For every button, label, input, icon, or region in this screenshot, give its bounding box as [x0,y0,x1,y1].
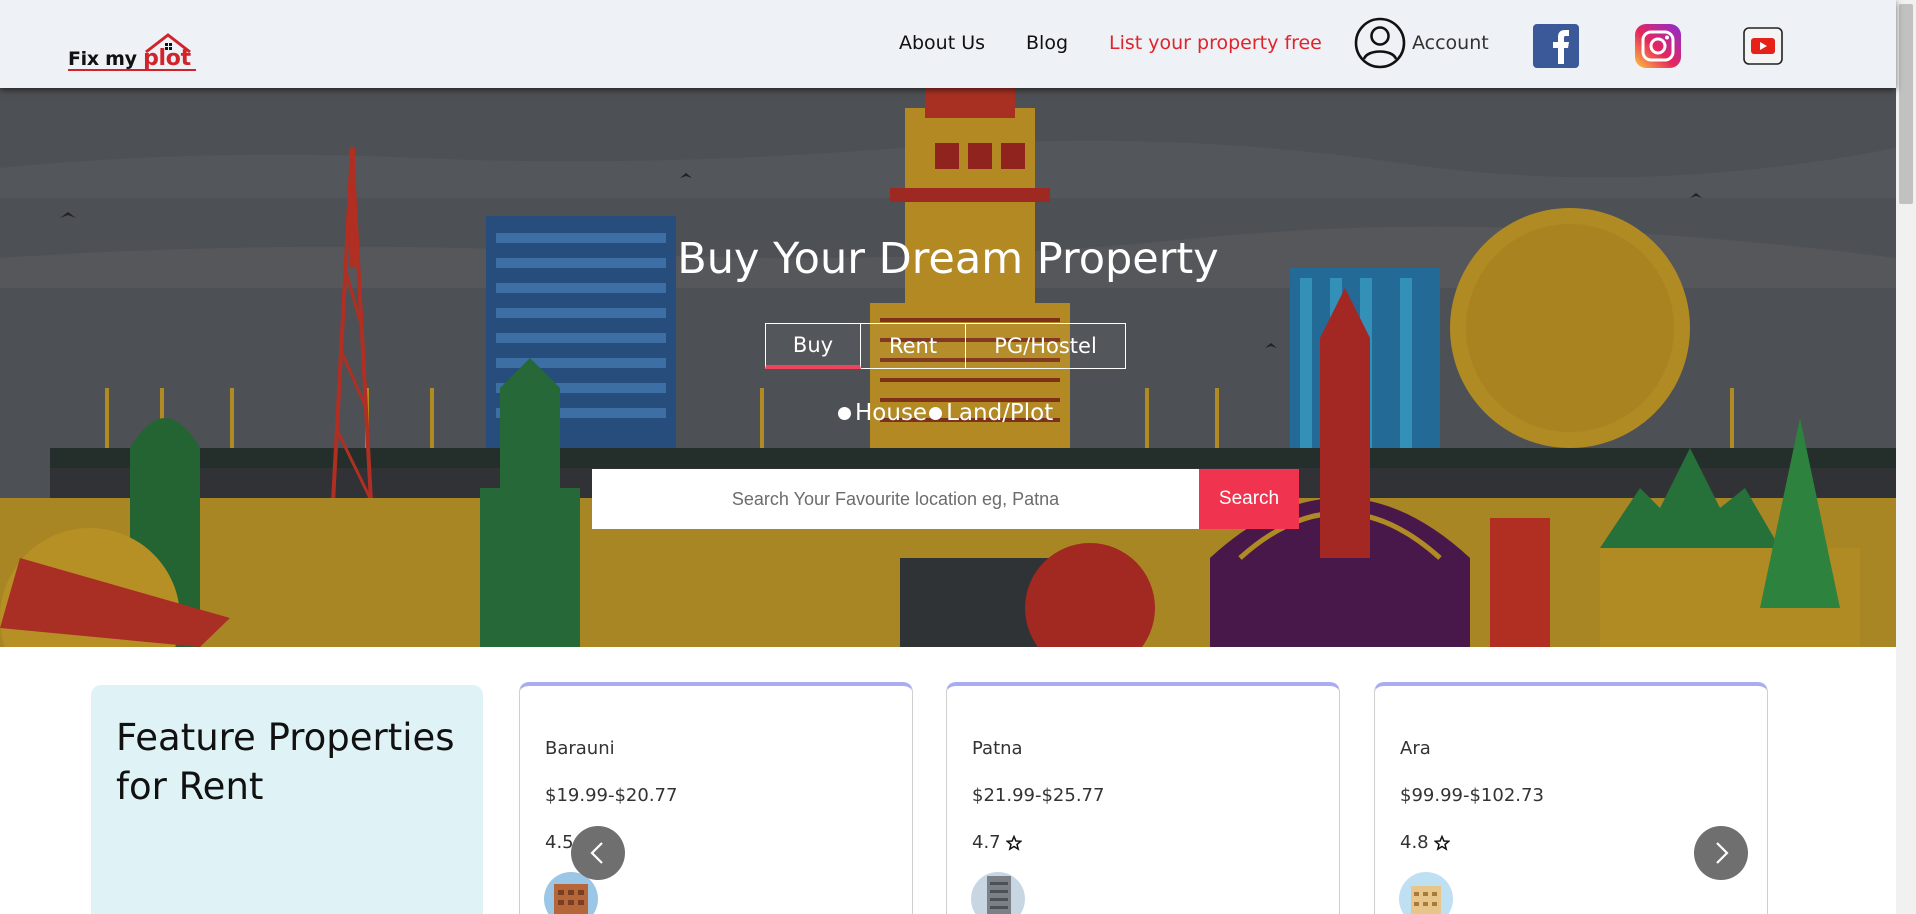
rating-value: 4.5 [545,832,574,853]
nav-blog[interactable]: Blog [1026,32,1068,54]
radio-house-label: House [855,400,928,426]
property-rating: 4.7 [972,832,1022,853]
radio-house-dot[interactable] [838,406,851,420]
location-search-input[interactable] [592,469,1199,529]
property-card[interactable]: Ara $99.99-$102.73 4.8 [1374,682,1768,914]
radio-land-plot[interactable]: Land/Plot [929,400,1053,426]
tab-pg-hostel[interactable]: PG/Hostel [966,323,1126,369]
nav-list-property[interactable]: List your property free [1109,32,1322,54]
property-price: $21.99-$25.77 [972,785,1105,806]
property-card[interactable]: Patna $21.99-$25.77 4.7 [946,682,1340,914]
search-button[interactable]: Search [1199,469,1299,529]
tab-buy[interactable]: Buy [765,323,861,369]
logo-text-prefix: Fix my [68,48,144,70]
instagram-icon [1635,24,1681,68]
logo-underline [68,69,196,71]
tab-rent[interactable]: Rent [861,323,966,369]
star-icon [1005,834,1022,851]
carousel-prev-button[interactable] [571,826,625,880]
featured-rent-panel: Feature Properties for Rent [91,685,483,914]
page-scrollbar-thumb[interactable] [1899,4,1913,204]
youtube-icon [1743,27,1783,65]
rating-value: 4.8 [1400,832,1429,853]
property-price: $19.99-$20.77 [545,785,678,806]
instagram-link[interactable] [1635,24,1681,68]
property-card[interactable]: Barauni $19.99-$20.77 4.5 [519,682,913,914]
chevron-left-icon [590,842,603,864]
youtube-link[interactable] [1740,24,1786,68]
account-label: Account [1412,32,1489,54]
facebook-link[interactable] [1533,24,1579,68]
listing-type-tabs: Buy Rent PG/Hostel [765,323,1126,369]
property-location: Barauni [545,738,615,759]
site-logo[interactable]: Fix my plot [68,32,198,72]
star-icon [1433,834,1450,851]
radio-house[interactable]: House [838,400,927,426]
user-avatar-icon [1354,17,1406,69]
property-type-radios: House Land/Plot [838,400,1055,426]
property-location: Ara [1400,738,1431,759]
rating-value: 4.7 [972,832,1001,853]
facebook-icon [1533,24,1579,68]
building-photo [971,872,1025,914]
chevron-right-icon [1716,842,1729,864]
featured-section-title: Feature Properties for Rent [116,716,455,808]
carousel-next-button[interactable] [1694,826,1748,880]
site-header: Fix my plot About Us Blog List your prop… [0,0,1896,88]
hero-banner: Buy Your Dream Property Buy Rent PG/Host… [0,88,1896,647]
property-thumbnail[interactable] [971,872,1025,914]
property-rating: 4.8 [1400,832,1450,853]
property-thumbnail[interactable] [1399,872,1453,914]
property-price: $99.99-$102.73 [1400,785,1544,806]
building-photo [1399,872,1453,914]
account-menu[interactable]: Account [1354,17,1489,69]
property-location: Patna [972,738,1023,759]
radio-land-plot-label: Land/Plot [946,400,1054,426]
nav-about-us[interactable]: About Us [899,32,985,54]
radio-land-plot-dot[interactable] [929,406,943,420]
hero-title: Buy Your Dream Property [677,234,1219,284]
